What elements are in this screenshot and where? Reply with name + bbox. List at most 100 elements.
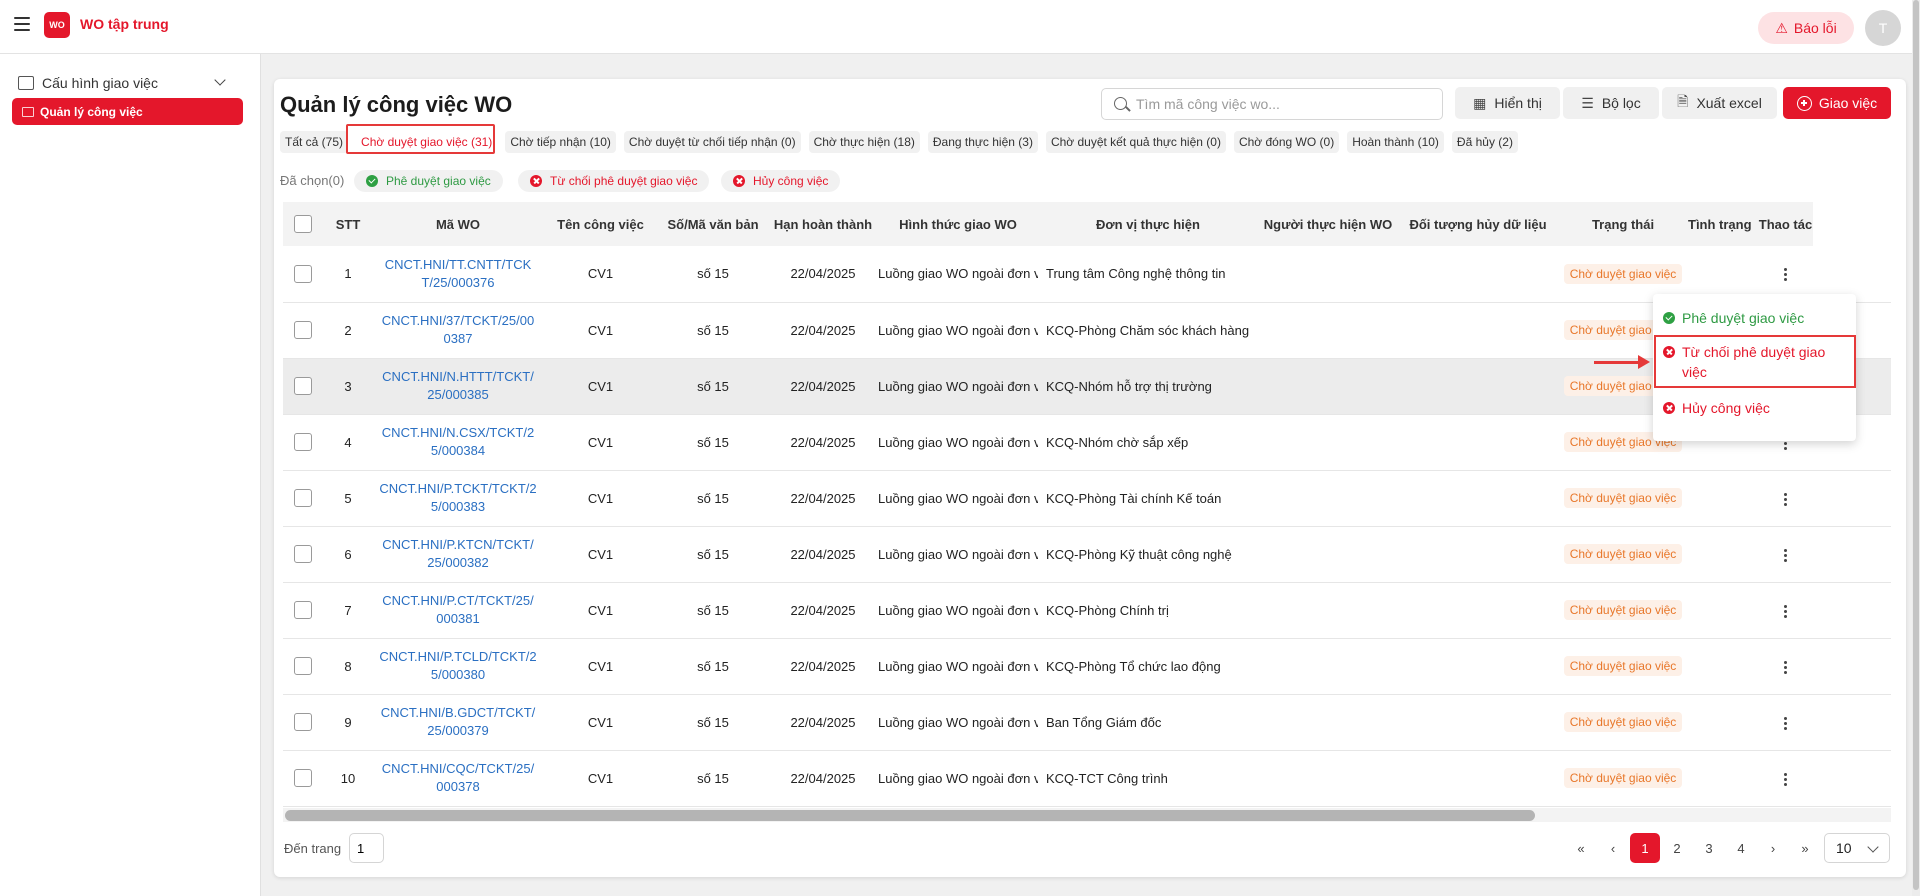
user-avatar[interactable]: T bbox=[1865, 10, 1901, 46]
assign-label: Giao việc bbox=[1818, 95, 1878, 111]
row-checkbox[interactable] bbox=[294, 601, 312, 619]
first-page-button[interactable]: « bbox=[1566, 833, 1596, 863]
row-checkbox[interactable] bbox=[294, 377, 312, 395]
row-unit: KCQ-Phòng Kỹ thuật công nghệ bbox=[1046, 546, 1232, 562]
search-input[interactable] bbox=[1136, 96, 1426, 112]
col-condition: Tình trạng bbox=[1688, 216, 1752, 232]
table-row[interactable]: 2 CNCT.HNI/37/TCKT/25/000387 CV1 số 15 22/04… bbox=[283, 302, 1891, 358]
scrollbar-thumb[interactable] bbox=[1913, 0, 1919, 890]
sidebar-item-task-management[interactable]: Quản lý công việc bbox=[12, 98, 243, 125]
page-button-2[interactable]: 2 bbox=[1662, 833, 1692, 863]
page-button-3[interactable]: 3 bbox=[1694, 833, 1724, 863]
row-checkbox[interactable] bbox=[294, 657, 312, 675]
col-wo-code: Mã WO bbox=[435, 216, 481, 232]
more-vertical-icon[interactable] bbox=[1784, 548, 1787, 562]
row-checkbox[interactable] bbox=[294, 321, 312, 339]
x-circle-icon bbox=[733, 175, 745, 187]
tab-pending-close[interactable]: Chờ đóng WO (0) bbox=[1233, 131, 1340, 153]
row-wo-code-link[interactable]: CNCT.HNI/TT.CNTT/TCKT/25/000376 bbox=[373, 246, 543, 302]
sidebar: Cấu hình giao việc Quản lý công việc bbox=[0, 54, 261, 896]
check-circle-icon bbox=[366, 175, 378, 187]
bulk-approve-button[interactable]: Phê duyệt giao việc bbox=[354, 170, 503, 192]
page-size-select[interactable]: 10 bbox=[1824, 833, 1890, 863]
tab-pending-reject-receipt[interactable]: Chờ duyệt từ chối tiếp nhận (0) bbox=[623, 131, 801, 153]
export-excel-button[interactable]: 🗎 Xuất excel bbox=[1662, 87, 1777, 119]
row-doc-number: số 15 bbox=[697, 322, 729, 338]
page-button-4[interactable]: 4 bbox=[1726, 833, 1756, 863]
table-row[interactable]: 10 CNCT.HNI/CQC/TCKT/25/000378 CV1 số 15 22/… bbox=[283, 750, 1891, 806]
row-checkbox[interactable] bbox=[294, 264, 312, 283]
scrollbar-thumb[interactable] bbox=[285, 810, 1535, 821]
table-row[interactable]: 7 CNCT.HNI/P.CT/TCKT/25/000381 CV1 số 15 22/… bbox=[283, 582, 1891, 638]
table-row[interactable]: 9 CNCT.HNI/B.GDCT/TCKT/25/000379 CV1 số 15 2… bbox=[283, 694, 1891, 750]
table-row[interactable]: 8 CNCT.HNI/P.TCLD/TCKT/25/000380 CV1 số 15 2… bbox=[283, 638, 1891, 694]
menu-approve[interactable]: Phê duyệt giao việc bbox=[1663, 308, 1804, 328]
tab-cancelled[interactable]: Đã hủy (2) bbox=[1451, 131, 1518, 153]
vertical-scrollbar[interactable] bbox=[1912, 0, 1920, 896]
row-checkbox[interactable] bbox=[294, 713, 312, 731]
row-cancel-target bbox=[1398, 582, 1558, 638]
more-vertical-icon[interactable] bbox=[1784, 604, 1787, 618]
sidebar-group-task-config[interactable]: Cấu hình giao việc bbox=[12, 70, 242, 96]
row-condition bbox=[1688, 582, 1758, 638]
col-stt: STT bbox=[335, 216, 361, 232]
next-page-button[interactable]: › bbox=[1758, 833, 1788, 863]
more-vertical-icon[interactable] bbox=[1784, 268, 1787, 282]
col-cancel-target: Đối tượng hủy dữ liệu bbox=[1409, 216, 1547, 232]
tab-completed[interactable]: Hoàn thành (10) bbox=[1347, 131, 1444, 153]
row-wo-code-link[interactable]: CNCT.HNI/P.TCKT/TCKT/25/000383 bbox=[373, 470, 543, 526]
table-row[interactable]: 6 CNCT.HNI/P.KTCN/TCKT/25/000382 CV1 số 15 2… bbox=[283, 526, 1891, 582]
horizontal-scrollbar[interactable] bbox=[283, 808, 1891, 822]
row-task-name: CV1 bbox=[587, 490, 614, 506]
tab-all[interactable]: Tất cả (75) bbox=[280, 131, 349, 153]
table-row[interactable]: 1 CNCT.HNI/TT.CNTT/TCKT/25/000376 CV1 số 15… bbox=[283, 246, 1891, 302]
row-wo-code-link[interactable]: CNCT.HNI/N.CSX/TCKT/25/000384 bbox=[373, 414, 543, 470]
table-row[interactable]: 5 CNCT.HNI/P.TCKT/TCKT/25/000383 CV1 số 15 2… bbox=[283, 470, 1891, 526]
more-vertical-icon[interactable] bbox=[1784, 492, 1787, 506]
filter-button[interactable]: ☰ Bộ lọc bbox=[1563, 87, 1659, 119]
row-assignee bbox=[1258, 694, 1398, 750]
row-wo-code-link[interactable]: CNCT.HNI/37/TCKT/25/000387 bbox=[373, 302, 543, 358]
row-cancel-target bbox=[1398, 638, 1558, 694]
display-button[interactable]: ▦ Hiển thị bbox=[1455, 87, 1560, 119]
bulk-reject-button[interactable]: Từ chối phê duyệt giao việc bbox=[518, 170, 710, 192]
row-checkbox[interactable] bbox=[294, 433, 312, 451]
tab-pending-receipt[interactable]: Chờ tiếp nhận (10) bbox=[505, 131, 616, 153]
goto-page-input[interactable] bbox=[349, 833, 384, 863]
table-row[interactable]: 4 CNCT.HNI/N.CSX/TCKT/25/000384 CV1 số 15 22… bbox=[283, 414, 1891, 470]
row-wo-code-link[interactable]: CNCT.HNI/CQC/TCKT/25/000378 bbox=[373, 750, 543, 806]
menu-cancel[interactable]: Hủy công việc bbox=[1663, 398, 1770, 418]
search-box[interactable] bbox=[1101, 88, 1443, 120]
col-task-name: Tên công việc bbox=[557, 216, 644, 232]
more-vertical-icon[interactable] bbox=[1784, 716, 1787, 730]
prev-page-button[interactable]: ‹ bbox=[1598, 833, 1628, 863]
row-checkbox[interactable] bbox=[294, 769, 312, 787]
row-wo-code-link[interactable]: CNCT.HNI/P.CT/TCKT/25/000381 bbox=[373, 582, 543, 638]
menu-icon[interactable] bbox=[14, 17, 30, 31]
bulk-cancel-button[interactable]: Hủy công việc bbox=[721, 170, 841, 192]
row-wo-code-link[interactable]: CNCT.HNI/B.GDCT/TCKT/25/000379 bbox=[373, 694, 543, 750]
more-vertical-icon[interactable] bbox=[1784, 772, 1787, 786]
row-checkbox[interactable] bbox=[294, 489, 312, 507]
tab-pending-result-approval[interactable]: Chờ duyệt kết quả thực hiện (0) bbox=[1045, 131, 1226, 153]
status-badge: Chờ duyệt giao việc bbox=[1563, 544, 1683, 564]
app-logo-icon[interactable]: WO bbox=[44, 12, 70, 38]
assign-task-button[interactable]: Giao việc bbox=[1783, 87, 1891, 119]
row-condition bbox=[1688, 750, 1758, 806]
row-unit: KCQ-Phòng Chính trị bbox=[1046, 602, 1169, 618]
row-wo-code-link[interactable]: CNCT.HNI/P.TCLD/TCKT/25/000380 bbox=[373, 638, 543, 694]
last-page-button[interactable]: » bbox=[1790, 833, 1820, 863]
file-icon: 🗎 bbox=[1677, 93, 1689, 109]
page-button-1[interactable]: 1 bbox=[1630, 833, 1660, 863]
app-title[interactable]: WO tập trung bbox=[80, 16, 169, 32]
row-stt: 10 bbox=[340, 770, 356, 786]
more-vertical-icon[interactable] bbox=[1784, 660, 1787, 674]
row-wo-code-link[interactable]: CNCT.HNI/N.HTTT/TCKT/25/000385 bbox=[373, 358, 543, 414]
col-assignee: Người thực hiện WO bbox=[1263, 216, 1393, 232]
tab-pending-execution[interactable]: Chờ thực hiện (18) bbox=[808, 131, 920, 153]
tab-in-progress[interactable]: Đang thực hiện (3) bbox=[927, 131, 1038, 153]
select-all-checkbox[interactable] bbox=[294, 215, 312, 233]
report-bug-button[interactable]: ⚠ Báo lỗi bbox=[1758, 12, 1854, 44]
row-wo-code-link[interactable]: CNCT.HNI/P.KTCN/TCKT/25/000382 bbox=[373, 526, 543, 582]
row-checkbox[interactable] bbox=[294, 545, 312, 563]
